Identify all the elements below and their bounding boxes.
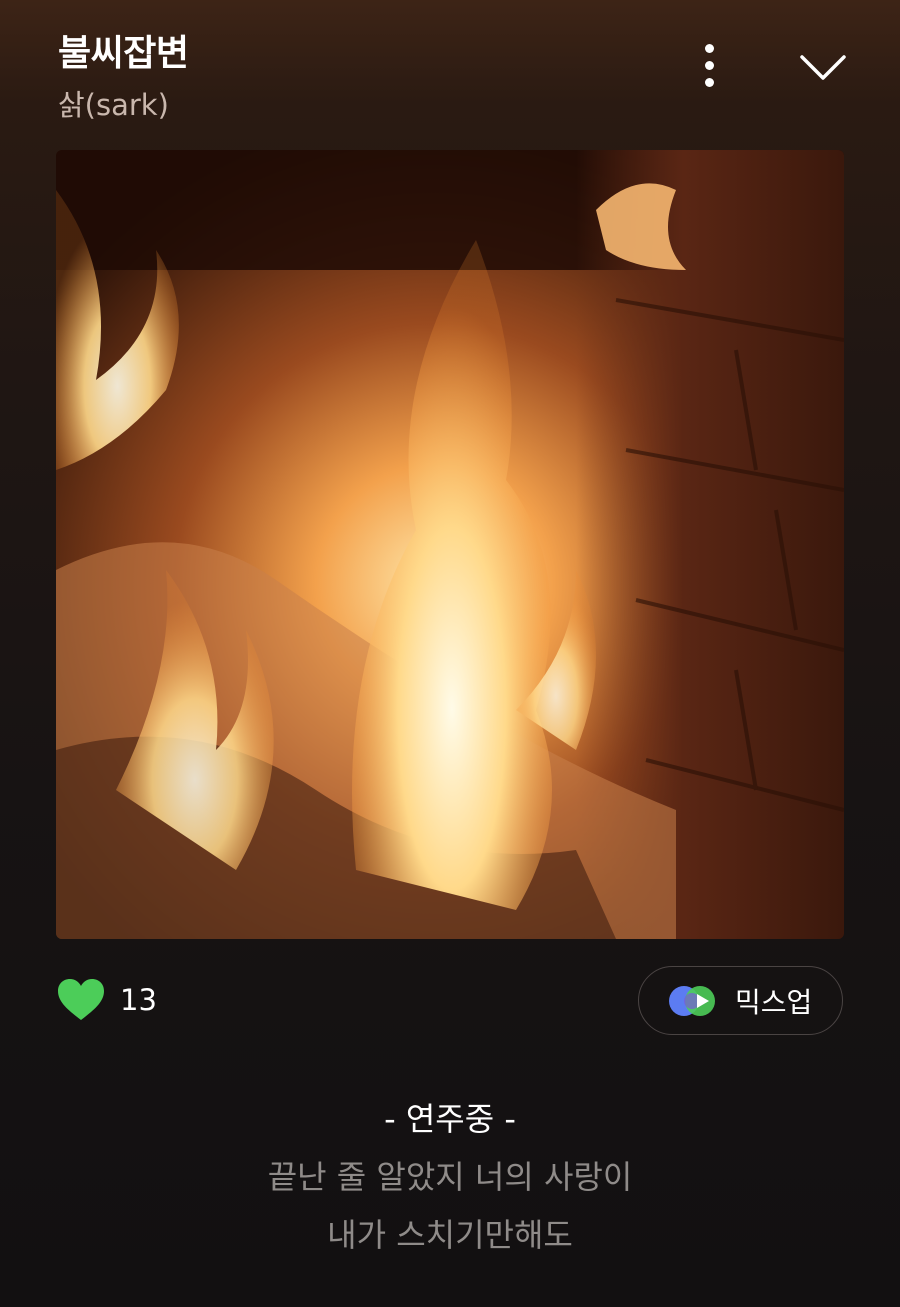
mixup-label: 믹스업 [735, 985, 813, 1019]
lyrics-status: - 연주중 - [384, 1100, 516, 1138]
mixup-button[interactable]: 믹스업 [638, 966, 843, 1035]
artist-name[interactable]: 삵(sark) [58, 82, 169, 124]
mixup-icon [669, 985, 715, 1016]
chevron-down-icon [800, 55, 846, 80]
lyric-line[interactable]: 끝난 줄 알았지 너의 사랑이 [0, 1152, 900, 1198]
collapse-player-button[interactable] [796, 48, 850, 88]
heart-icon [58, 979, 104, 1020]
more-options-button[interactable] [690, 40, 730, 92]
like-button[interactable]: 13 [56, 978, 157, 1022]
song-title: 불씨잡변 [58, 33, 189, 74]
lyric-line[interactable]: 내가 스치기만해도 [0, 1210, 900, 1256]
album-art [56, 150, 844, 939]
like-count: 13 [120, 983, 157, 1017]
